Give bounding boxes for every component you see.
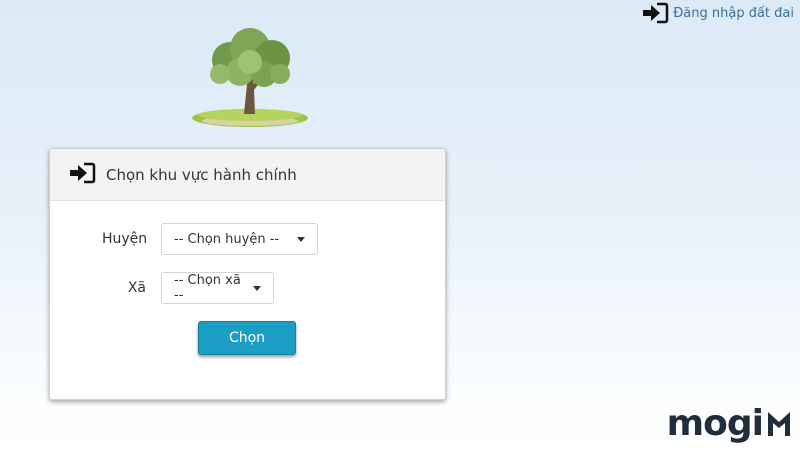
district-label: Huyện <box>102 231 148 247</box>
district-select-value: -- Chọn huyện -- <box>174 231 280 247</box>
choose-button[interactable]: Chọn <box>198 321 296 355</box>
panel-header: Chọn khu vực hành chính <box>50 149 445 201</box>
panel-title: Chọn khu vực hành chính <box>106 165 297 184</box>
brand-name: mogi <box>666 403 764 444</box>
caret-down-icon <box>297 236 305 242</box>
login-link-label: Đăng nhập đất đai <box>673 5 794 21</box>
login-link[interactable]: Đăng nhập đất đai <box>641 2 794 24</box>
caret-down-icon <box>253 285 261 291</box>
tree-icon <box>190 22 312 130</box>
commune-select-value: -- Chọn xã -- <box>174 273 241 303</box>
commune-label: Xã <box>127 280 146 296</box>
sign-in-icon <box>68 162 96 188</box>
brand-logo: mogi <box>667 406 792 442</box>
commune-select[interactable]: -- Chọn xã -- <box>161 272 274 304</box>
brand-mark-icon <box>766 408 792 442</box>
district-row: Huyện -- Chọn huyện -- <box>102 223 318 255</box>
sign-in-icon <box>641 2 669 24</box>
district-select[interactable]: -- Chọn huyện -- <box>161 223 318 255</box>
commune-row: Xã -- Chọn xã -- <box>102 272 274 304</box>
region-select-panel: Chọn khu vực hành chính Huyện -- Chọn hu… <box>49 148 446 400</box>
